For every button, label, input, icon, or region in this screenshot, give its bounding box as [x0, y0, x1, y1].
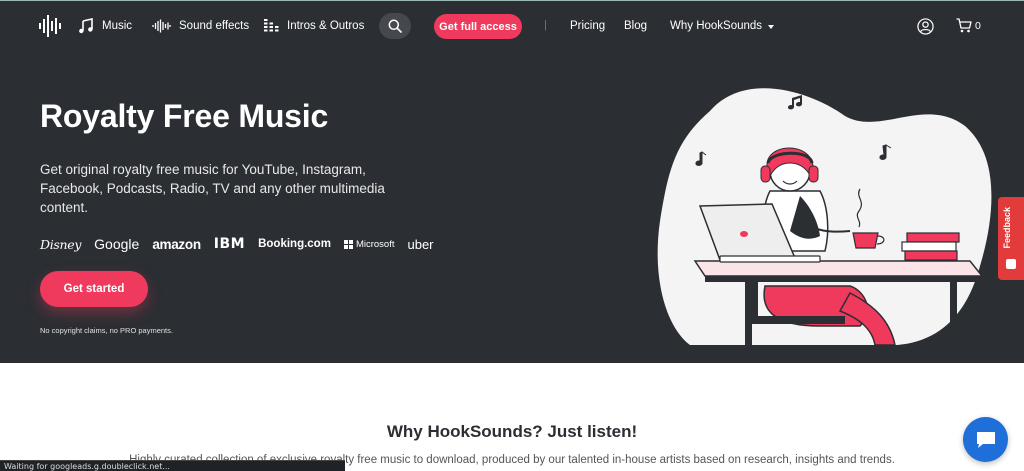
waveform-icon [152, 19, 171, 33]
search-icon [388, 19, 402, 33]
top-navigation: Music Sound effects Intros & Outros Get … [0, 1, 1024, 51]
chevron-down-icon [768, 24, 775, 29]
uber-logo: Uber [407, 237, 433, 252]
person-listening-illustration [657, 88, 992, 346]
nav-link-label: Blog [624, 20, 648, 32]
chat-bubble-icon [976, 431, 995, 448]
hooksounds-logo-icon[interactable] [38, 14, 62, 38]
page-title: Royalty Free Music [40, 98, 329, 134]
nav-item-label: Music [102, 20, 133, 32]
feedback-tab[interactable]: Feedback [998, 197, 1024, 280]
google-logo: Google [94, 236, 140, 252]
uber-logo-text: Uber [407, 236, 434, 252]
section-title: Why HookSounds? Just listen! [386, 422, 638, 441]
hero-note: No copyright claims, no PRO payments. [40, 326, 173, 335]
nav-item-label: Sound effects [179, 20, 250, 32]
hero-subtitle: Get original royalty free music for YouT… [40, 162, 385, 215]
music-note-icon [78, 18, 94, 34]
hero-section: Music Sound effects Intros & Outros Get … [0, 0, 1024, 363]
cart-count: 0 [975, 19, 981, 32]
equalizer-icon [264, 18, 279, 34]
shopping-cart-icon [956, 18, 972, 33]
browser-status-bar: Waiting for googleads.g.doubleclick.net.… [0, 460, 345, 471]
search-button[interactable] [379, 13, 411, 39]
get-full-access-button[interactable]: Get full access [434, 14, 522, 39]
nav-item-sound-effects[interactable]: Sound effects [152, 16, 249, 36]
amazon-logo: amazon [152, 236, 201, 252]
nav-link-pricing[interactable]: Pricing [570, 16, 605, 36]
ibm-logo: IBM [213, 236, 246, 252]
nav-link-label: Why HookSounds [670, 20, 763, 32]
nav-item-intros-outros[interactable]: Intros & Outros [264, 16, 364, 36]
nav-separator: | [544, 19, 547, 31]
user-account-icon[interactable] [917, 18, 934, 35]
nav-item-music[interactable]: Music [78, 16, 132, 36]
microsoft-squares-icon [343, 239, 353, 249]
microsoft-logo: Microsoft [343, 238, 395, 250]
cart-button[interactable]: 0 [956, 18, 981, 33]
nav-link-blog[interactable]: Blog [624, 16, 647, 36]
client-logos: Disney Google amazon IBM Booking.com Mic… [40, 235, 434, 253]
nav-link-label: Pricing [570, 20, 606, 32]
nav-link-why-hooksounds[interactable]: Why HookSounds [670, 16, 775, 36]
booking-logo: Booking.com [258, 238, 331, 250]
nav-item-label: Intros & Outros [287, 20, 365, 32]
feedback-icon [1006, 259, 1016, 269]
live-chat-button[interactable] [963, 417, 1008, 462]
feedback-label: Feedback [1002, 207, 1012, 249]
disney-logo: Disney [40, 236, 82, 252]
microsoft-logo-text: Microsoft [355, 238, 395, 250]
get-started-button[interactable]: Get started [40, 271, 148, 307]
